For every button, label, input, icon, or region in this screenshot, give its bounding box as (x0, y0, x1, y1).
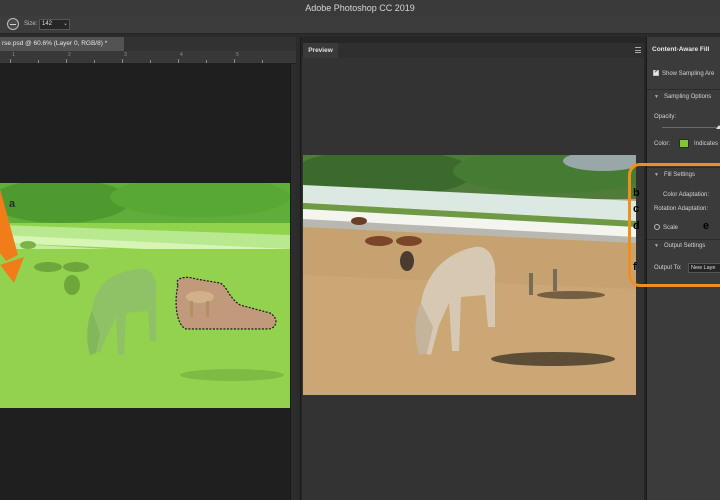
sampling-options-row[interactable]: ▼ Sampling Options (654, 94, 711, 100)
ruler-tick (38, 60, 39, 63)
annotation-d: d (633, 220, 640, 232)
document-tab[interactable]: rse.psd @ 60.6% (Layer 0, RGB/8) * (0, 37, 124, 51)
annotation-a: a (9, 198, 16, 210)
brush-size-icon[interactable] (7, 18, 19, 30)
show-sampling-area-checkbox[interactable] (653, 68, 659, 76)
panel-menu-icon[interactable] (635, 47, 641, 53)
tab-strip (124, 37, 296, 51)
ruler-tick (66, 59, 67, 63)
sampling-color-swatch[interactable] (679, 139, 689, 148)
options-bar: Size: 142 ⌄ (0, 16, 720, 34)
ruler-tick (150, 60, 151, 63)
ruler-tick (206, 60, 207, 63)
opacity-label: Opacity: (654, 114, 677, 120)
ruler-number: 2 (68, 52, 71, 58)
ruler-number: 4 (180, 52, 183, 58)
tab-preview[interactable]: Preview (303, 43, 338, 58)
show-sampling-area-row[interactable]: Show Sampling Are (653, 68, 715, 77)
sampling-options-label: Sampling Options (663, 94, 712, 100)
opacity-slider-thumb[interactable] (716, 125, 720, 129)
annotation-e: e (703, 220, 710, 232)
ruler-number: 3 (124, 52, 127, 58)
app-title: Adobe Photoshop CC 2019 (0, 0, 720, 16)
preview-image[interactable] (303, 155, 636, 395)
ruler-number: 5 (236, 52, 239, 58)
ruler-tick (262, 60, 263, 63)
chevron-down-icon[interactable]: ⌄ (63, 20, 68, 27)
preview-header (338, 43, 644, 58)
panel-divider[interactable] (290, 64, 296, 500)
horizontal-ruler: 1 2 3 4 5 (0, 51, 296, 64)
color-label: Color: (654, 141, 671, 147)
size-label: Size: (24, 21, 38, 27)
show-sampling-area-label: Show Sampling Are (662, 71, 715, 77)
ruler-tick (234, 59, 235, 63)
ruler-tick (122, 59, 123, 63)
annotation-f: f (633, 261, 637, 273)
opacity-slider[interactable] (662, 127, 720, 128)
chevron-down-icon: ▼ (654, 94, 659, 100)
ruler-tick (178, 59, 179, 63)
annotation-b: b (633, 187, 640, 199)
ruler-tick (94, 60, 95, 63)
panel-title: Content-Aware Fill (652, 46, 710, 53)
ruler-tick (10, 59, 11, 63)
indicates-label: Indicates (694, 141, 719, 147)
ruler-number: 1 (12, 52, 15, 58)
document-image[interactable] (0, 183, 290, 408)
annotation-c: c (633, 203, 640, 215)
